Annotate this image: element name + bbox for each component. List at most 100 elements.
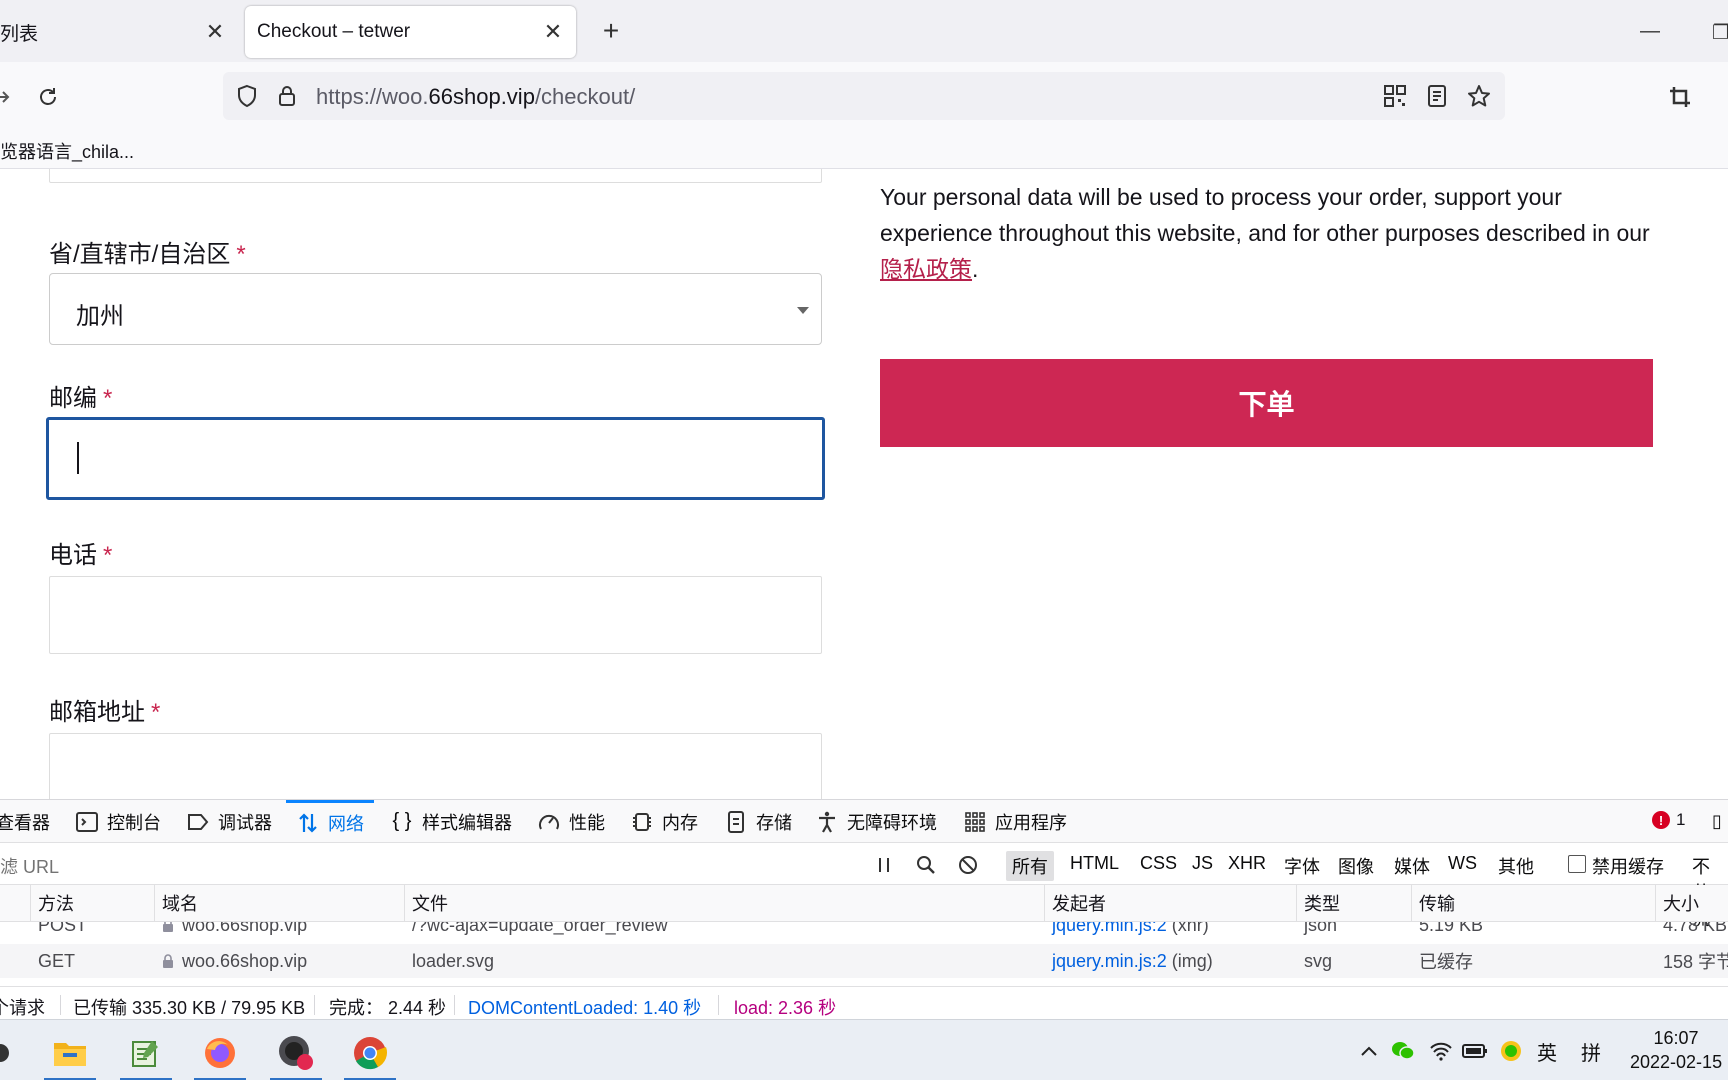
- clear-icon[interactable]: [956, 853, 980, 877]
- province-select[interactable]: 加州: [49, 273, 822, 345]
- zip-input[interactable]: [46, 417, 825, 500]
- error-count-badge[interactable]: ! 1: [1652, 810, 1685, 830]
- filter-css[interactable]: CSS: [1134, 851, 1183, 876]
- col-type[interactable]: 类型: [1296, 885, 1411, 921]
- col-method[interactable]: 方法: [30, 885, 154, 921]
- cell-initiator: jquery.min.js:2 (xhr): [1044, 922, 1296, 942]
- cell-transferred: 已缓存: [1419, 952, 1473, 972]
- initiator-link[interactable]: jquery.min.js:2: [1052, 922, 1167, 936]
- tab-network[interactable]: 网络: [286, 800, 374, 843]
- tab-memory[interactable]: 内存: [630, 800, 698, 843]
- new-tab-icon[interactable]: +: [596, 16, 626, 46]
- dock-icon[interactable]: ▯: [1712, 800, 1722, 843]
- close-icon[interactable]: ✕: [538, 17, 568, 47]
- tab-style-editor[interactable]: { } 样式编辑器: [390, 800, 512, 843]
- notepad-icon[interactable]: [120, 1028, 172, 1080]
- url-scheme: https://woo.: [316, 84, 429, 109]
- privacy-notice: Your personal data will be used to proce…: [880, 179, 1670, 287]
- table-row[interactable]: GET woo.66shop.vip loader.svg jquery.min…: [0, 944, 1728, 978]
- table-row[interactable]: POST woo.66shop.vip /?wc-ajax=update_ord…: [0, 922, 1728, 942]
- bookmark-star-icon[interactable]: [1467, 84, 1491, 108]
- firefox-icon[interactable]: [194, 1028, 246, 1080]
- filter-html[interactable]: HTML: [1064, 851, 1125, 876]
- tab-performance[interactable]: 性能: [537, 800, 605, 843]
- address-bar[interactable]: https://woo.66shop.vip/checkout/: [223, 72, 1505, 120]
- tab-application[interactable]: 应用程序: [963, 800, 1067, 843]
- city-field[interactable]: [49, 169, 822, 183]
- close-icon[interactable]: ✕: [200, 17, 230, 47]
- cell-method: POST: [38, 922, 88, 935]
- clock-date: 2022-02-15: [1630, 1052, 1723, 1072]
- url-text[interactable]: https://woo.66shop.vip/checkout/: [316, 84, 635, 110]
- province-value: 加州: [76, 303, 124, 330]
- reload-icon[interactable]: [32, 81, 64, 113]
- tab-label: 无障碍环境: [847, 812, 937, 833]
- bookmark-item[interactable]: 浏览器语言_chila...: [0, 138, 134, 164]
- zip-label: 邮编 *: [49, 378, 112, 413]
- tab-checkout[interactable]: Checkout – tetwer ✕: [245, 6, 576, 58]
- search-icon[interactable]: [914, 853, 938, 877]
- minimize-icon[interactable]: —: [1640, 20, 1660, 43]
- taskbar: 英 拼 16:07 2022-02-15: [0, 1019, 1728, 1080]
- qr-code-icon[interactable]: [1383, 84, 1407, 108]
- wechat-icon[interactable]: [1390, 1038, 1416, 1064]
- forward-icon[interactable]: [0, 81, 18, 113]
- cell-domain: woo.66shop.vip: [154, 922, 404, 942]
- wifi-icon[interactable]: [1428, 1038, 1454, 1064]
- restore-icon[interactable]: ❐: [1712, 20, 1728, 45]
- pause-icon[interactable]: [872, 853, 896, 877]
- email-label-text: 邮箱地址: [49, 699, 145, 726]
- load-time: load: 2.36 秒: [734, 998, 837, 1018]
- filter-js[interactable]: JS: [1186, 851, 1219, 876]
- province-label-text: 省/直辖市/自治区: [49, 241, 231, 268]
- filter-ws[interactable]: WS: [1442, 851, 1483, 876]
- cell-file: loader.svg: [412, 950, 495, 971]
- system-clock[interactable]: 16:07 2022-02-15: [1630, 1026, 1722, 1074]
- text-caret: [77, 442, 79, 474]
- chrome-icon[interactable]: [344, 1028, 396, 1080]
- initiator-link[interactable]: jquery.min.js:2: [1052, 951, 1167, 972]
- filter-url-input[interactable]: 过滤 URL: [0, 853, 59, 879]
- tab-console[interactable]: 控制台: [75, 800, 161, 843]
- col-size[interactable]: 大小: [1655, 885, 1728, 921]
- grid-icon: [963, 810, 987, 834]
- screenshot-icon[interactable]: [1664, 81, 1696, 113]
- tab-inspector[interactable]: 查看器: [0, 800, 50, 843]
- ime-language[interactable]: 英: [1534, 1038, 1560, 1065]
- phone-input[interactable]: [49, 576, 822, 654]
- battery-icon[interactable]: [1462, 1038, 1488, 1064]
- network-icon: [296, 811, 320, 835]
- col-transferred[interactable]: 传输: [1411, 885, 1655, 921]
- shield-icon[interactable]: [235, 84, 259, 108]
- chevron-up-icon[interactable]: [1356, 1038, 1382, 1064]
- tab-title: Checkout – tetwer: [257, 21, 411, 42]
- filter-fonts[interactable]: 字体: [1278, 851, 1326, 881]
- email-input[interactable]: [49, 733, 822, 799]
- tab-debugger[interactable]: 调试器: [186, 800, 272, 843]
- storage-icon: [724, 810, 748, 834]
- required-mark: *: [236, 241, 246, 268]
- col-domain[interactable]: 域名: [154, 885, 404, 921]
- disable-cache-label[interactable]: 禁用缓存: [1586, 851, 1670, 881]
- tab-orders[interactable]: 訂单列表 ✕: [0, 6, 238, 58]
- disable-cache-checkbox[interactable]: [1568, 855, 1586, 873]
- file-explorer-icon[interactable]: [44, 1028, 96, 1080]
- reader-view-icon[interactable]: [1425, 84, 1449, 108]
- sogou-ime-icon[interactable]: [1498, 1038, 1524, 1064]
- ime-mode[interactable]: 拼: [1578, 1038, 1604, 1065]
- start-icon[interactable]: [0, 1028, 26, 1078]
- lock-icon[interactable]: [275, 84, 299, 108]
- col-file[interactable]: 文件: [404, 885, 1044, 921]
- tab-storage[interactable]: 存储: [724, 800, 792, 843]
- filter-images[interactable]: 图像: [1332, 851, 1380, 881]
- filter-xhr[interactable]: XHR: [1222, 851, 1272, 876]
- url-host: 66shop.vip: [428, 84, 535, 109]
- screen-recorder-icon[interactable]: [270, 1028, 322, 1080]
- filter-media[interactable]: 媒体: [1388, 851, 1436, 881]
- filter-other[interactable]: 其他: [1492, 851, 1540, 881]
- privacy-policy-link[interactable]: 隐私政策: [880, 256, 972, 282]
- tab-accessibility[interactable]: 无障碍环境: [815, 800, 937, 843]
- place-order-button[interactable]: 下单: [880, 359, 1653, 447]
- filter-all[interactable]: 所有: [1006, 851, 1054, 881]
- col-initiator[interactable]: 发起者: [1044, 885, 1296, 921]
